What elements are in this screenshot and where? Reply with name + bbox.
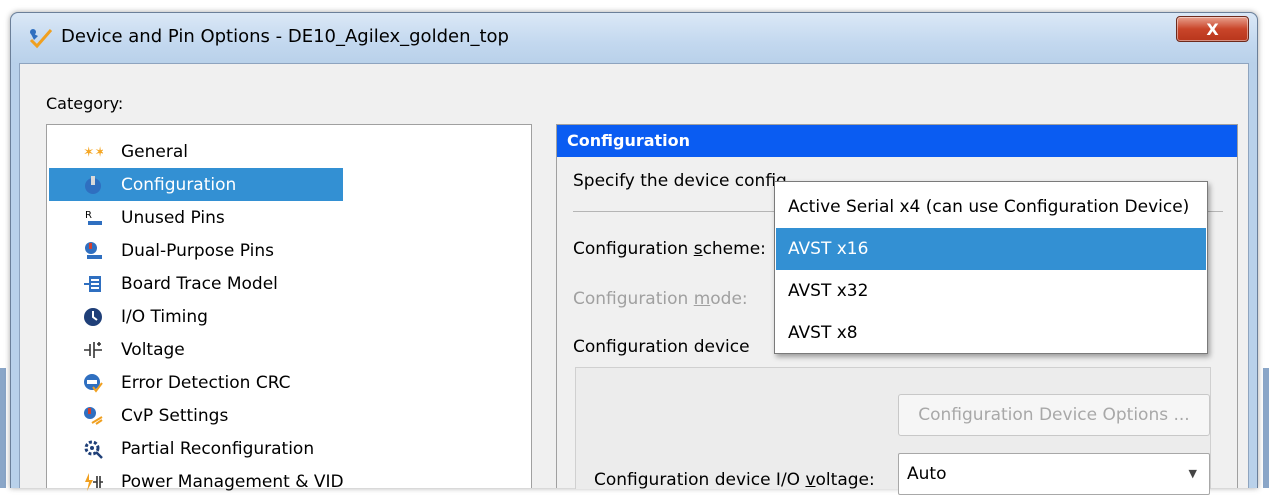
unused-pins-icon: R <box>83 208 103 228</box>
tree-item-label: Voltage <box>121 339 185 360</box>
background-scrollbar-right <box>1263 368 1269 488</box>
dropdown-option-avst-x32[interactable]: AVST x32 <box>776 270 1206 312</box>
tree-item-general[interactable]: ✶✶ General <box>49 135 343 168</box>
configuration-device-label: Configuration device <box>573 337 750 357</box>
svg-text:✶✶: ✶✶ <box>83 145 103 161</box>
tree-item-label: Unused Pins <box>121 207 225 228</box>
tree-item-label: Error Detection CRC <box>121 372 291 393</box>
device-pin-options-icon <box>29 29 53 49</box>
power-icon <box>83 472 103 492</box>
category-label: Category: <box>46 94 124 113</box>
io-voltage-value: Auto <box>907 464 947 484</box>
tree-item-label: Power Management & VID <box>121 471 344 492</box>
tree-item-error-detection-crc[interactable]: Error Detection CRC <box>49 366 343 399</box>
tree-item-dual-purpose-pins[interactable]: Dual-Purpose Pins <box>49 234 343 267</box>
window-title: Device and Pin Options - DE10_Agilex_gol… <box>61 26 509 47</box>
tree-item-power-management-vid[interactable]: Power Management & VID <box>49 465 344 498</box>
clock-icon <box>83 307 103 327</box>
chevron-down-icon: ▼ <box>1188 467 1197 480</box>
tree-item-io-timing[interactable]: I/O Timing <box>49 300 343 333</box>
title-bar[interactable]: Device and Pin Options - DE10_Agilex_gol… <box>11 13 1257 63</box>
close-button[interactable]: X <box>1176 16 1249 42</box>
dropdown-option-active-serial-x4[interactable]: Active Serial x4 (can use Configuration … <box>776 186 1206 228</box>
configuration-scheme-dropdown-list[interactable]: Active Serial x4 (can use Configuration … <box>774 181 1208 354</box>
tree-item-label: Configuration <box>121 174 237 195</box>
configuration-mode-label: Configuration mode: <box>573 289 748 309</box>
tree-item-partial-reconfiguration[interactable]: Partial Reconfiguration <box>49 432 343 465</box>
tree-item-unused-pins[interactable]: R Unused Pins <box>49 201 343 234</box>
tree-item-label: General <box>121 141 188 162</box>
configuration-icon <box>83 175 103 195</box>
category-tree[interactable]: ✶✶ General Configuration R Unused Pins <box>46 124 532 492</box>
tree-item-cvp-settings[interactable]: CvP Settings <box>49 399 343 432</box>
close-icon: X <box>1206 19 1219 39</box>
configuration-device-group: Configuration Device Options ... Configu… <box>575 367 1211 495</box>
tree-item-board-trace-model[interactable]: Board Trace Model <box>49 267 343 300</box>
voltage-icon <box>83 340 103 360</box>
crc-icon <box>83 373 103 393</box>
tree-item-label: I/O Timing <box>121 306 208 327</box>
tree-item-configuration[interactable]: Configuration <box>49 168 343 201</box>
tree-item-label: Partial Reconfiguration <box>121 438 315 459</box>
dropdown-option-avst-x16[interactable]: AVST x16 <box>776 228 1206 270</box>
configuration-device-options-button[interactable]: Configuration Device Options ... <box>898 394 1210 436</box>
tree-item-label: Dual-Purpose Pins <box>121 240 274 261</box>
tree-item-label: CvP Settings <box>121 405 229 426</box>
svg-text:R: R <box>85 210 92 221</box>
board-trace-model-icon <box>83 274 103 294</box>
tree-item-voltage[interactable]: Voltage <box>49 333 343 366</box>
configuration-scheme-label: Configuration scheme: <box>573 239 766 259</box>
dropdown-option-avst-x8[interactable]: AVST x8 <box>776 312 1206 354</box>
general-star-icon: ✶✶ <box>83 142 103 162</box>
io-voltage-label: Configuration device I/O voltage: <box>594 470 875 490</box>
partial-reconfig-icon <box>83 439 103 459</box>
dual-purpose-pins-icon <box>83 241 103 261</box>
cvp-icon <box>83 406 103 426</box>
background-scrollbar-left <box>0 368 6 488</box>
panel-header: Configuration <box>557 125 1237 157</box>
tree-item-label: Board Trace Model <box>121 273 278 294</box>
io-voltage-select[interactable]: Auto ▼ <box>898 453 1210 495</box>
panel-description: Specify the device config <box>573 171 787 191</box>
